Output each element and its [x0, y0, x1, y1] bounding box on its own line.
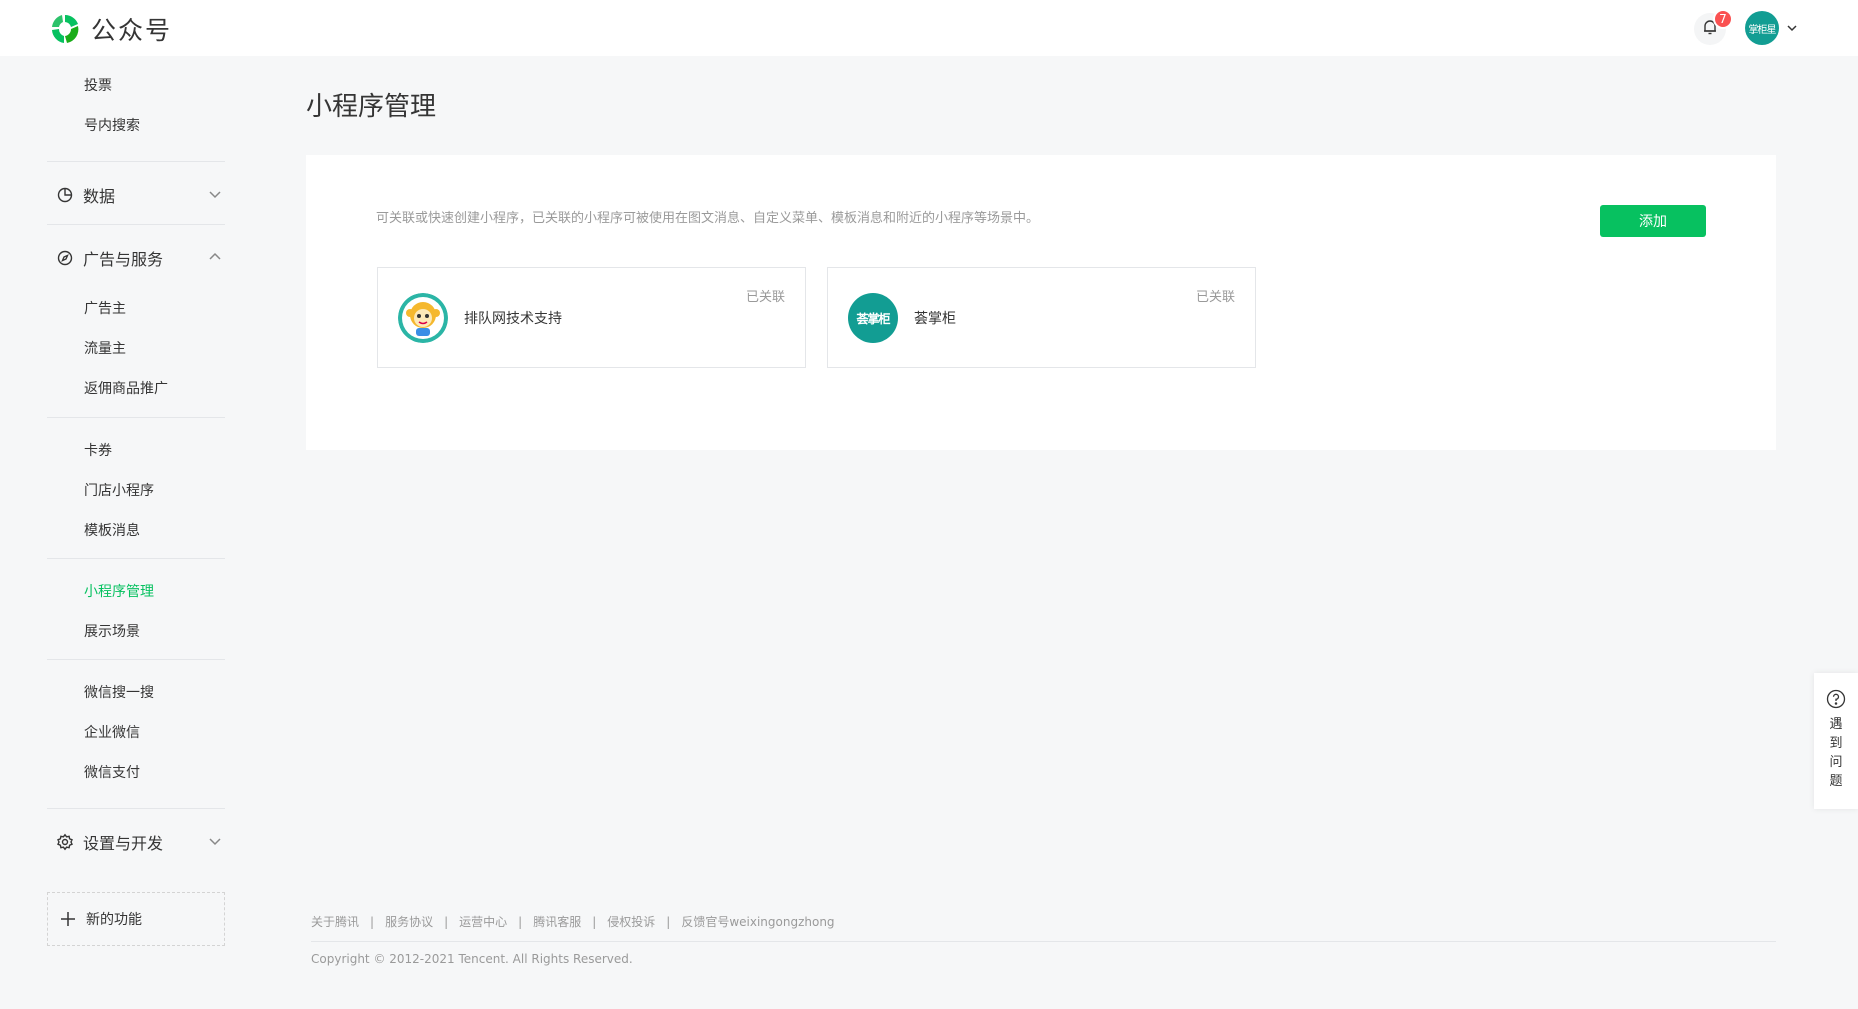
- miniprogram-card[interactable]: 已关联 荟掌柜 荟掌柜: [827, 267, 1256, 368]
- sidebar-item-display-scenes[interactable]: 展示场景: [84, 621, 140, 641]
- footer-separator: |: [518, 914, 523, 929]
- miniprogram-name: 排队网技术支持: [464, 311, 562, 327]
- footer-link-operations-center[interactable]: 运营中心: [459, 913, 507, 930]
- help-label: 遇到问题: [1829, 717, 1843, 789]
- panel-description: 可关联或快速创建小程序，已关联的小程序可被使用在图文消息、自定义菜单、模板消息和…: [376, 211, 1040, 226]
- sidebar-divider: [47, 224, 225, 225]
- compass-icon: [56, 249, 74, 267]
- sidebar-group-label: 数据: [83, 187, 116, 206]
- app-title: 公众号: [91, 16, 173, 45]
- sidebar-divider: [47, 558, 225, 559]
- sidebar-item-wecom[interactable]: 企业微信: [84, 722, 140, 742]
- account-avatar[interactable]: 掌柜星: [1745, 11, 1779, 45]
- footer-separator: |: [592, 914, 597, 929]
- wechat-logo-icon: [47, 12, 83, 46]
- copyright: Copyright © 2012-2021 Tencent. All Right…: [311, 952, 633, 966]
- notification-badge: 7: [1713, 9, 1733, 29]
- sidebar-divider: [47, 161, 225, 162]
- chevron-up-icon: [208, 249, 222, 263]
- miniprogram-name: 荟掌柜: [914, 311, 956, 327]
- chevron-down-icon: [208, 833, 222, 847]
- sidebar-group-data[interactable]: 数据: [56, 183, 222, 207]
- sidebar-item-miniprogram-management[interactable]: 小程序管理: [84, 581, 154, 601]
- page-title: 小程序管理: [306, 92, 437, 122]
- sidebar-group-settings[interactable]: 设置与开发: [56, 830, 222, 854]
- sidebar-item-coupons[interactable]: 卡券: [84, 440, 112, 460]
- sidebar-item-commission-promotion[interactable]: 返佣商品推广: [84, 378, 168, 398]
- miniprogram-avatar-logo-text: 荟掌柜: [856, 311, 890, 326]
- sidebar-item-wechat-search[interactable]: 微信搜一搜: [84, 682, 154, 702]
- question-icon: [1826, 689, 1846, 709]
- footer-separator: |: [444, 914, 449, 929]
- new-features-button[interactable]: 新的功能: [47, 892, 225, 946]
- footer-separator: |: [666, 914, 671, 929]
- sidebar-divider: [47, 808, 225, 809]
- sidebar-item-store-miniprogram[interactable]: 门店小程序: [84, 480, 154, 500]
- footer-separator: |: [370, 914, 375, 929]
- sidebar-group-ads[interactable]: 广告与服务: [56, 246, 222, 270]
- sidebar-divider: [47, 417, 225, 418]
- sidebar-item-wechat-pay[interactable]: 微信支付: [84, 762, 140, 782]
- footer-link-infringement[interactable]: 侵权投诉: [607, 913, 655, 930]
- plus-icon: [60, 911, 76, 927]
- sidebar-item-search-in-account[interactable]: 号内搜索: [84, 115, 140, 135]
- miniprogram-avatar: [398, 293, 448, 343]
- wechat-official-logo[interactable]: 公众号: [47, 11, 172, 47]
- footer-link-about[interactable]: 关于腾讯: [311, 913, 359, 930]
- top-bar: 公众号 7 掌柜星: [0, 0, 1858, 56]
- sidebar-item-vote[interactable]: 投票: [84, 75, 112, 95]
- add-miniprogram-button[interactable]: 添加: [1600, 205, 1706, 237]
- chevron-down-icon: [208, 186, 222, 200]
- footer-link-customer-service[interactable]: 腾讯客服: [533, 913, 581, 930]
- miniprogram-panel: 可关联或快速创建小程序，已关联的小程序可被使用在图文消息、自定义菜单、模板消息和…: [306, 155, 1776, 450]
- sidebar-divider: [47, 659, 225, 660]
- sidebar-group-label: 设置与开发: [83, 834, 164, 853]
- footer-link-service-agreement[interactable]: 服务协议: [385, 913, 433, 930]
- sidebar-item-publisher[interactable]: 流量主: [84, 338, 126, 358]
- miniprogram-avatar: 荟掌柜: [848, 293, 898, 343]
- help-button[interactable]: 遇到问题: [1814, 673, 1858, 809]
- sidebar-item-advertiser[interactable]: 广告主: [84, 298, 126, 318]
- miniprogram-card[interactable]: 已关联 排队网技术支持: [377, 267, 806, 368]
- footer-links: 关于腾讯 | 服务协议 | 运营中心 | 腾讯客服 | 侵权投诉 | 反馈官号w…: [311, 913, 835, 930]
- gear-icon: [56, 833, 74, 851]
- footer-divider: [311, 941, 1776, 942]
- link-status: 已关联: [1195, 290, 1235, 305]
- chevron-down-icon[interactable]: [1785, 20, 1799, 34]
- pie-chart-icon: [56, 186, 74, 204]
- link-status: 已关联: [745, 290, 785, 305]
- new-features-label: 新的功能: [86, 912, 142, 928]
- footer-link-feedback[interactable]: 反馈官号weixingongzhong: [681, 913, 834, 930]
- sidebar-item-template-messages[interactable]: 模板消息: [84, 520, 140, 540]
- sidebar-group-label: 广告与服务: [83, 250, 164, 269]
